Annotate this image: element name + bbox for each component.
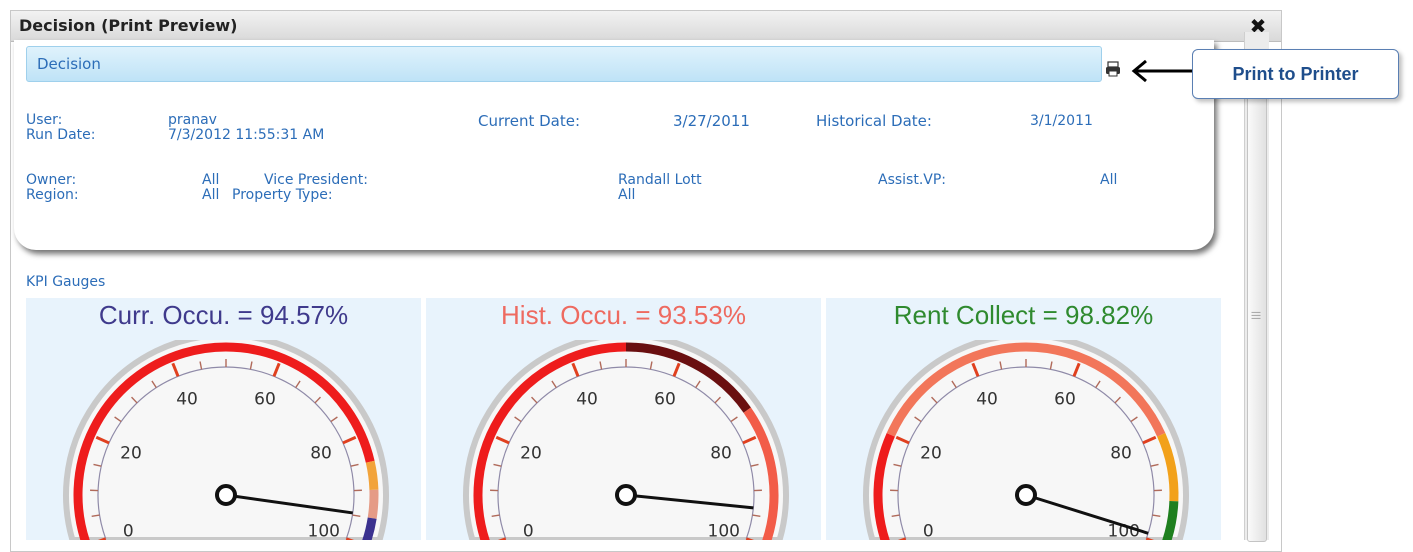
run-date-value: 7/3/2012 11:55:31 AM [168,128,324,143]
region-value: All [202,188,219,203]
gauge-panel-rent-collect: Rent Collect = 98.82% 020406080100 [826,298,1221,540]
title-bar: Decision (Print Preview) ✖ [11,11,1281,42]
print-to-printer-callout: Print to Printer [1192,49,1399,99]
user-label: User: [26,113,62,128]
gauge-tick-label: 80 [1110,444,1132,464]
gauge-title: Hist. Occu. = 93.53% [426,300,821,331]
gauge-tick-label: 60 [254,390,276,410]
vp-label: Vice President: [264,173,368,188]
assist-vp-label: Assist.VP: [878,173,946,188]
gauge-needle-hub [617,486,635,504]
historical-date-value: 3/1/2011 [1030,114,1093,129]
gauge-tick-label: 0 [923,522,934,540]
gauge-needle-hub [217,486,235,504]
property-type-value: All [618,188,635,203]
gauge-tick-label: 80 [310,444,332,464]
gauge-color-band [370,462,374,490]
gauge-tick-label: 40 [576,390,598,410]
historical-date-label: Historical Date: [816,114,932,129]
current-date-value: 3/27/2011 [673,114,750,129]
assist-vp-value: All [1100,173,1117,188]
gauge-tick-label: 80 [710,444,732,464]
gauge-tick-label: 0 [523,522,534,540]
gauge-title: Curr. Occu. = 94.57% [26,300,421,331]
gauge-tick-label: 100 [708,522,740,540]
gauge-panel-hist-occu: Hist. Occu. = 93.53% 0 20 40 60 80 100 [426,298,821,540]
current-date-label: Current Date: [478,114,580,129]
gauge-tick-label: 20 [920,444,942,464]
run-date-label: Run Date: [26,128,95,143]
kpi-gauges-label: KPI Gauges [26,274,105,290]
gauge-dial: 0 20 40 60 80 100 [426,340,821,540]
gauge-tick-label: 0 [123,522,134,540]
vp-value: Randall Lott [618,173,702,188]
gauge-face [466,340,786,540]
gauge-panel-curr-occu: Curr. Occu. = 94.57% 0 20 40 60 80 100 [26,298,421,540]
gauge-needle-hub [1017,486,1035,504]
gauge-tick-label: 40 [976,390,998,410]
scrollbar-grip-icon: ——— [1251,311,1261,320]
gauge-tick-label: 40 [176,390,198,410]
region-label: Region: [26,188,79,203]
printer-icon[interactable] [1104,60,1122,78]
gauge-tick-label: 20 [520,444,542,464]
gauge-title: Rent Collect = 98.82% [826,300,1221,331]
property-type-label: Property Type: [232,188,333,203]
owner-label: Owner: [26,173,76,188]
gauge-tick-label: 100 [308,522,340,540]
user-value: pranav [168,113,217,128]
window-title: Decision (Print Preview) [19,16,237,35]
arrow-left-icon [1130,59,1192,83]
gauge-dial: 020406080100 [826,340,1221,540]
gauge-tick-label: 60 [654,390,676,410]
gauge-dial: 0 20 40 60 80 100 [26,340,421,540]
decision-section-bar: Decision [26,46,1102,82]
decision-section-label: Decision [37,55,101,73]
gauge-color-band [372,490,374,518]
callout-text: Print to Printer [1193,64,1398,85]
gauge-tick-label: 60 [1054,390,1076,410]
gauge-face [866,340,1186,540]
owner-value: All [202,173,219,188]
gauge-tick-label: 20 [120,444,142,464]
